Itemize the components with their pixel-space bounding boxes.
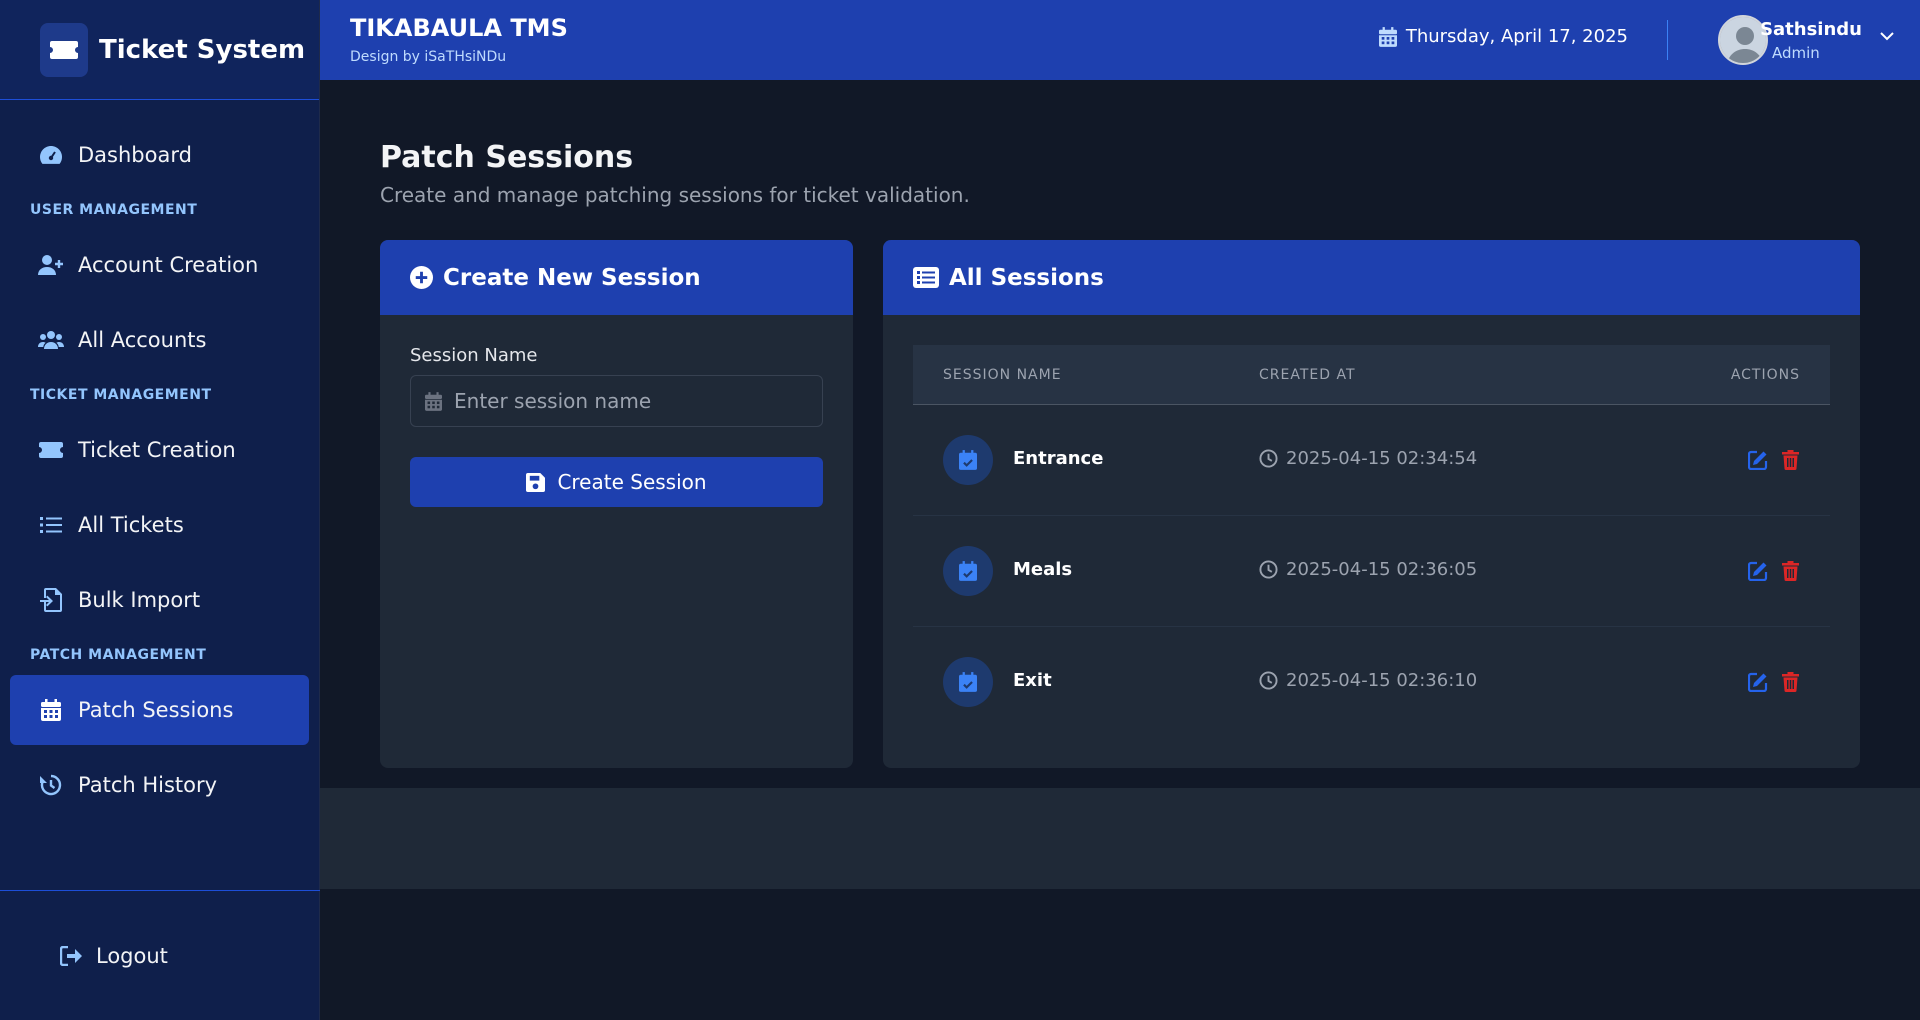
sidebar-item-label: Bulk Import bbox=[78, 588, 201, 612]
dashboard-gauge-icon bbox=[38, 142, 64, 168]
section-ticket-management: TICKET MANAGEMENT bbox=[30, 387, 212, 403]
sidebar-item-label: Patch Sessions bbox=[78, 698, 234, 722]
edit-icon[interactable] bbox=[1748, 671, 1768, 693]
calendar-icon bbox=[38, 697, 64, 723]
sidebar-item-account-creation[interactable]: Account Creation bbox=[10, 230, 309, 300]
card-title: All Sessions bbox=[949, 264, 1104, 291]
app-title: TIKABAULA TMS bbox=[350, 14, 568, 42]
sidebar-item-ticket-creation[interactable]: Ticket Creation bbox=[10, 415, 309, 485]
calendar-check-icon bbox=[943, 435, 993, 485]
user-plus-icon bbox=[38, 252, 64, 278]
sidebar-item-label: Ticket Creation bbox=[78, 438, 236, 462]
current-date: Thursday, April 17, 2025 bbox=[1378, 26, 1628, 47]
table-row: Entrance 2025-04-15 02:34:54 bbox=[913, 405, 1830, 516]
table-row: Meals 2025-04-15 02:36:05 bbox=[913, 516, 1830, 627]
create-session-button[interactable]: Create Session bbox=[410, 457, 823, 507]
trash-icon[interactable] bbox=[1780, 671, 1800, 693]
sidebar-item-dashboard[interactable]: Dashboard bbox=[10, 120, 309, 190]
session-name-field[interactable] bbox=[410, 375, 823, 427]
clock-icon bbox=[1259, 671, 1278, 690]
create-session-label: Create Session bbox=[557, 470, 707, 494]
plus-circle-icon bbox=[410, 266, 433, 289]
logout-label: Logout bbox=[96, 943, 168, 968]
sidebar-item-label: All Tickets bbox=[78, 513, 184, 537]
column-actions: ACTIONS bbox=[1730, 366, 1800, 383]
sidebar-item-label: Patch History bbox=[78, 773, 218, 797]
trash-icon[interactable] bbox=[1780, 560, 1800, 582]
created-at: 2025-04-15 02:36:10 bbox=[1259, 670, 1477, 691]
divider bbox=[1667, 20, 1668, 60]
card-header: All Sessions bbox=[883, 240, 1860, 315]
sidebar-item-patch-history[interactable]: Patch History bbox=[10, 750, 309, 820]
all-sessions-card: All Sessions SESSION NAME CREATED AT ACT… bbox=[883, 240, 1860, 768]
date-text: Thursday, April 17, 2025 bbox=[1405, 26, 1628, 47]
edit-icon[interactable] bbox=[1748, 560, 1768, 582]
user-name[interactable]: Sathsindu bbox=[1760, 19, 1862, 40]
page-title: Patch Sessions bbox=[380, 140, 634, 175]
app-subtitle: Design by iSaTHsiNDu bbox=[350, 49, 507, 65]
created-at: 2025-04-15 02:34:54 bbox=[1259, 448, 1477, 469]
file-import-icon bbox=[38, 587, 64, 613]
created-at-text: 2025-04-15 02:34:54 bbox=[1286, 448, 1478, 469]
row-actions bbox=[1736, 671, 1800, 693]
user-role: Admin bbox=[1772, 44, 1820, 62]
sign-out-icon bbox=[58, 943, 84, 969]
create-session-card: Create New Session Session Name Create S… bbox=[380, 240, 853, 768]
table-header: SESSION NAME CREATED AT ACTIONS bbox=[913, 345, 1830, 405]
list-alt-icon bbox=[913, 267, 939, 288]
calendar-check-icon bbox=[943, 546, 993, 596]
brand[interactable]: Ticket System bbox=[0, 0, 319, 100]
brand-title: Ticket System bbox=[99, 34, 306, 65]
created-at-text: 2025-04-15 02:36:05 bbox=[1286, 559, 1478, 580]
sidebar-item-patch-sessions[interactable]: Patch Sessions bbox=[10, 675, 309, 745]
calendar-check-icon bbox=[943, 657, 993, 707]
ticket-icon bbox=[38, 437, 64, 463]
session-name: Meals bbox=[1013, 559, 1073, 580]
session-name: Entrance bbox=[1013, 448, 1104, 469]
trash-icon[interactable] bbox=[1780, 449, 1800, 471]
created-at-text: 2025-04-15 02:36:10 bbox=[1286, 670, 1478, 691]
card-header: Create New Session bbox=[380, 240, 853, 315]
card-title: Create New Session bbox=[443, 264, 701, 291]
session-name-label: Session Name bbox=[410, 345, 538, 366]
sessions-table: SESSION NAME CREATED AT ACTIONS Entrance… bbox=[913, 345, 1830, 738]
calendar-icon bbox=[1378, 26, 1397, 47]
sidebar-item-label: Account Creation bbox=[78, 253, 259, 277]
list-icon bbox=[38, 512, 64, 538]
session-name-input[interactable] bbox=[454, 389, 814, 413]
history-icon bbox=[38, 772, 64, 798]
created-at: 2025-04-15 02:36:05 bbox=[1259, 559, 1477, 580]
page-subtitle: Create and manage patching sessions for … bbox=[380, 183, 970, 207]
row-actions bbox=[1736, 449, 1800, 471]
logout-button[interactable]: Logout bbox=[0, 890, 320, 1020]
clock-icon bbox=[1259, 560, 1278, 579]
sidebar-item-label: Dashboard bbox=[78, 143, 192, 167]
section-patch-management: PATCH MANAGEMENT bbox=[30, 647, 207, 663]
edit-icon[interactable] bbox=[1748, 449, 1768, 471]
sidebar: Ticket System Dashboard USER MANAGEMENT … bbox=[0, 0, 320, 1020]
sidebar-item-bulk-import[interactable]: Bulk Import bbox=[10, 565, 309, 635]
sidebar-item-label: All Accounts bbox=[78, 328, 207, 352]
sidebar-nav: Dashboard USER MANAGEMENT Account Creati… bbox=[0, 100, 319, 820]
sidebar-item-all-tickets[interactable]: All Tickets bbox=[10, 490, 309, 560]
session-name: Exit bbox=[1013, 670, 1052, 691]
sidebar-item-all-accounts[interactable]: All Accounts bbox=[10, 305, 309, 375]
clock-icon bbox=[1259, 449, 1278, 468]
users-icon bbox=[38, 327, 64, 353]
table-row: Exit 2025-04-15 02:36:10 bbox=[913, 627, 1830, 738]
section-user-management: USER MANAGEMENT bbox=[30, 202, 198, 218]
ticket-logo-icon bbox=[40, 22, 88, 77]
column-session-name: SESSION NAME bbox=[943, 366, 1062, 383]
chevron-down-icon[interactable] bbox=[1880, 32, 1894, 41]
footer-band bbox=[320, 788, 1920, 889]
calendar-icon bbox=[425, 391, 442, 411]
top-bar: TIKABAULA TMS Design by iSaTHsiNDu Thurs… bbox=[320, 0, 1920, 80]
column-created-at: CREATED AT bbox=[1259, 366, 1356, 383]
save-icon bbox=[526, 472, 546, 492]
row-actions bbox=[1736, 560, 1800, 582]
